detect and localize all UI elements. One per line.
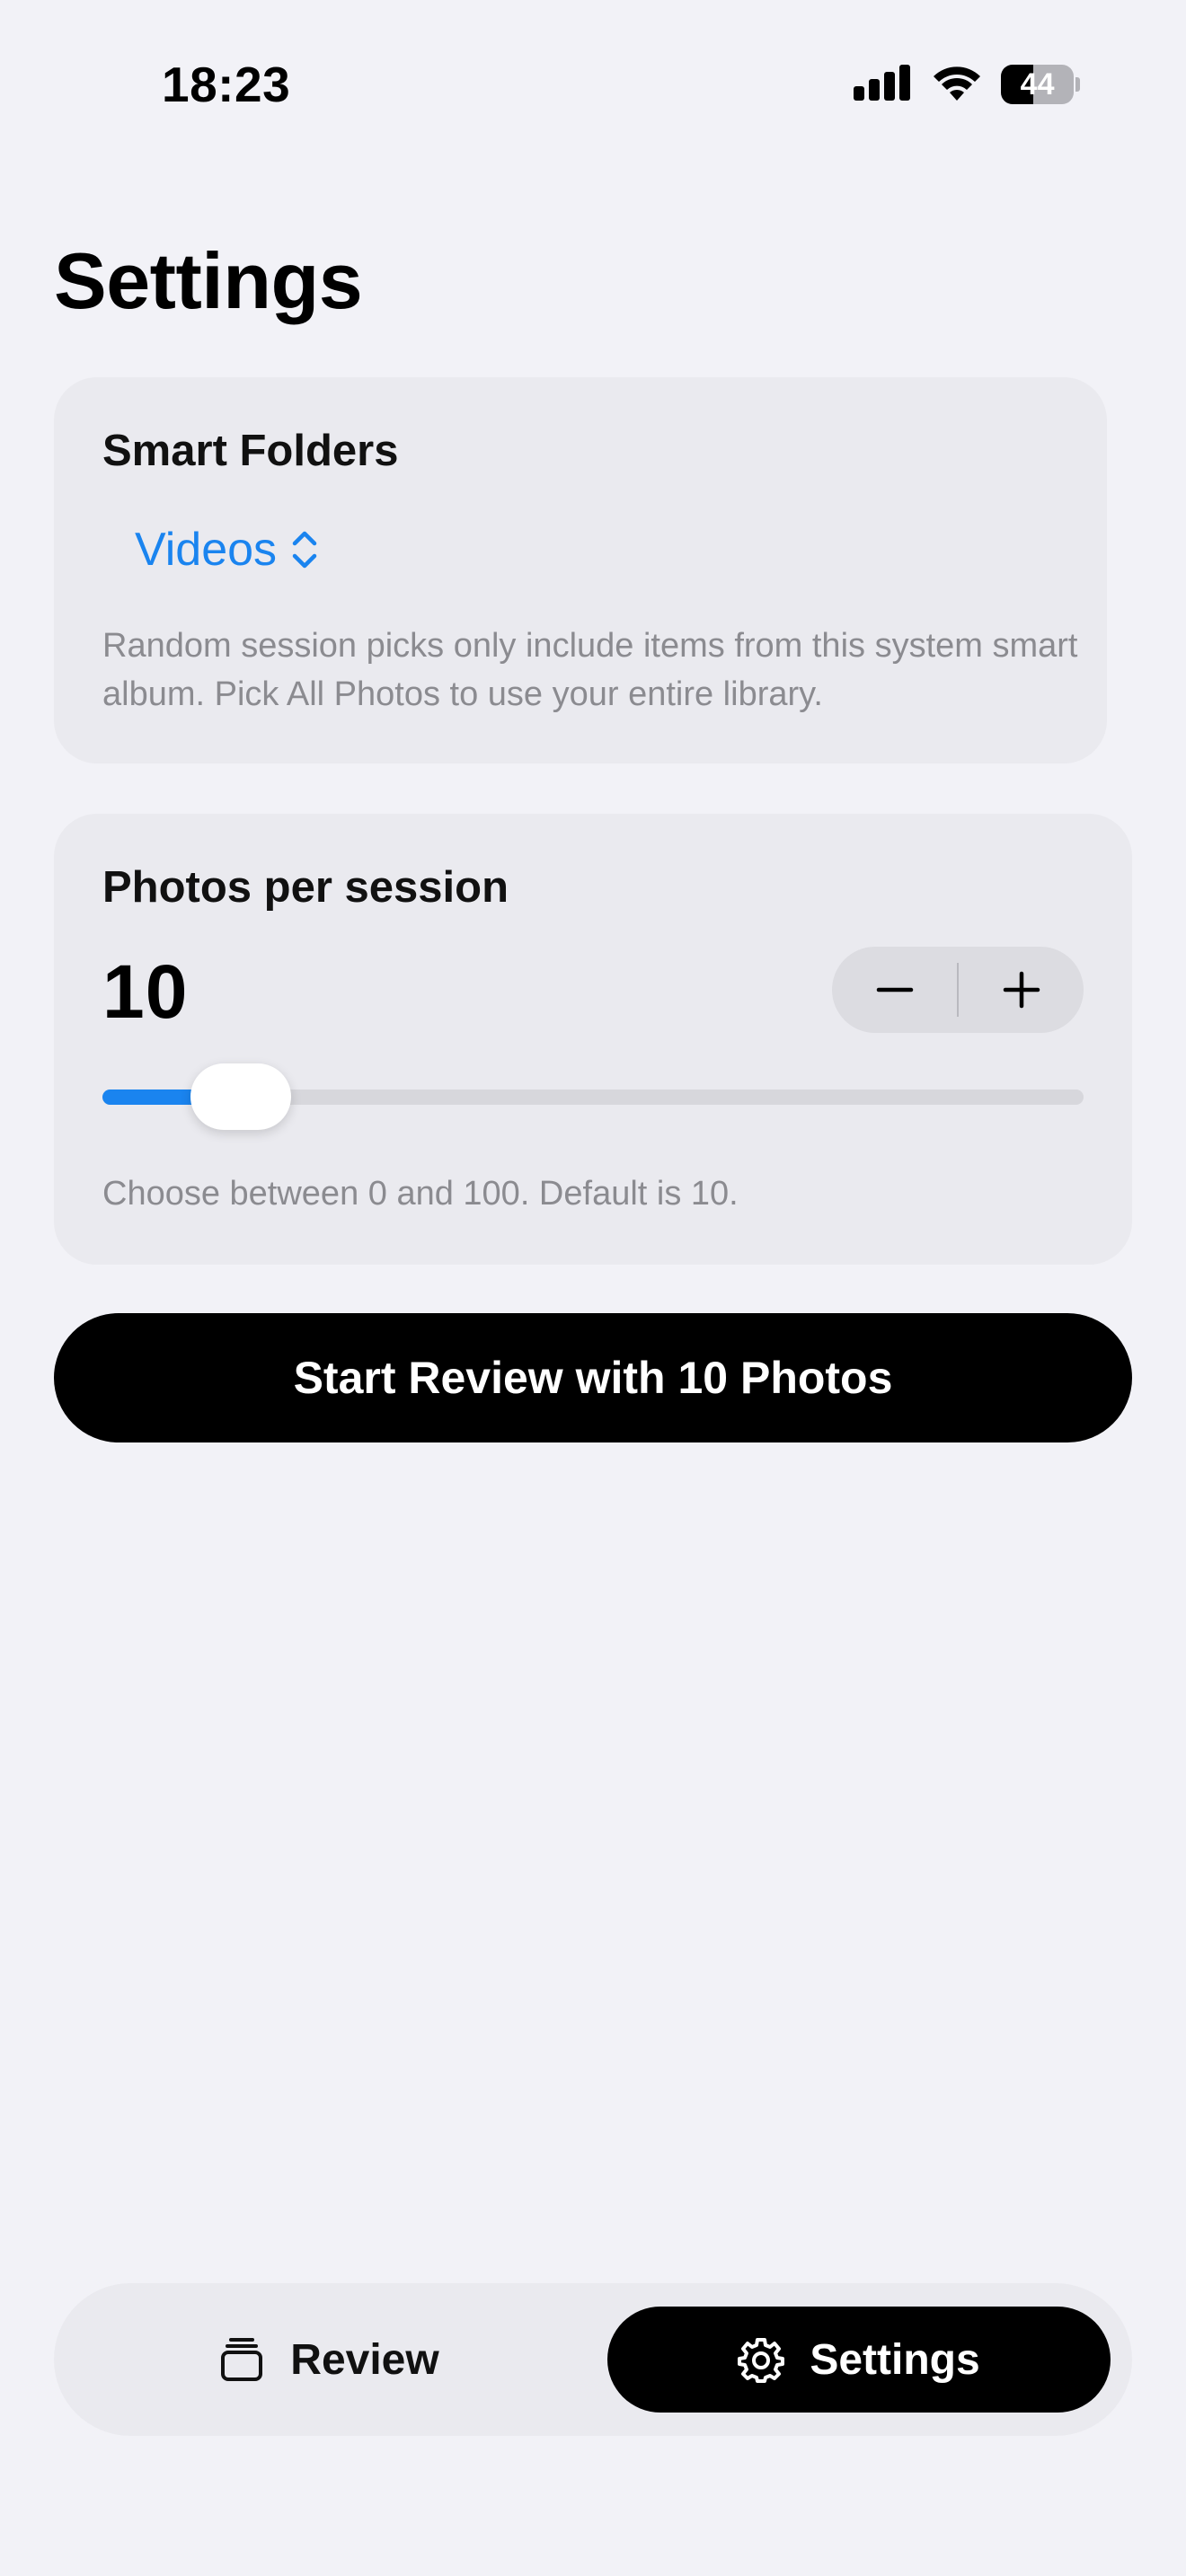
tab-bar: Review Settings <box>54 2283 1132 2436</box>
tab-settings-label: Settings <box>810 2335 980 2384</box>
stack-icon <box>221 2338 263 2381</box>
page-title: Settings <box>54 236 363 325</box>
session-card: Photos per session 10 Choose between 0 a… <box>54 814 1132 1265</box>
smart-folders-heading: Smart Folders <box>102 427 399 475</box>
status-icons: 44 <box>854 65 1080 104</box>
slider-thumb[interactable] <box>190 1063 291 1130</box>
smart-folder-picker-value: Videos <box>135 524 278 576</box>
gear-icon <box>738 2338 785 2383</box>
wifi-icon <box>934 66 980 101</box>
battery-icon: 44 <box>1001 65 1080 104</box>
battery-level: 44 <box>1020 66 1055 101</box>
chevron-up-down-icon <box>292 531 317 569</box>
tab-settings[interactable]: Settings <box>607 2307 1111 2413</box>
session-heading: Photos per session <box>102 863 509 912</box>
smart-folders-note: Random session picks only include items … <box>102 627 1078 713</box>
smart-folders-card: Smart Folders Videos Random session pick… <box>54 377 1107 763</box>
start-review-button[interactable]: Start Review with 10 Photos <box>54 1313 1132 1442</box>
decrement-button[interactable] <box>832 947 957 1033</box>
minus-icon <box>876 987 913 992</box>
plus-icon <box>1003 971 1040 1009</box>
session-slider[interactable] <box>102 1063 1084 1130</box>
session-stepper[interactable] <box>832 947 1084 1033</box>
smart-folder-picker[interactable]: Videos <box>135 523 318 577</box>
status-time: 18:23 <box>162 57 291 112</box>
session-value: 10 <box>102 949 189 1034</box>
increment-button[interactable] <box>959 947 1084 1033</box>
signal-icon <box>854 65 910 101</box>
session-note: Choose between 0 and 100. Default is 10. <box>102 1175 739 1213</box>
tab-review[interactable]: Review <box>77 2307 580 2413</box>
tab-review-label: Review <box>290 2335 439 2384</box>
status-bar: 18:23 44 <box>0 0 1186 171</box>
